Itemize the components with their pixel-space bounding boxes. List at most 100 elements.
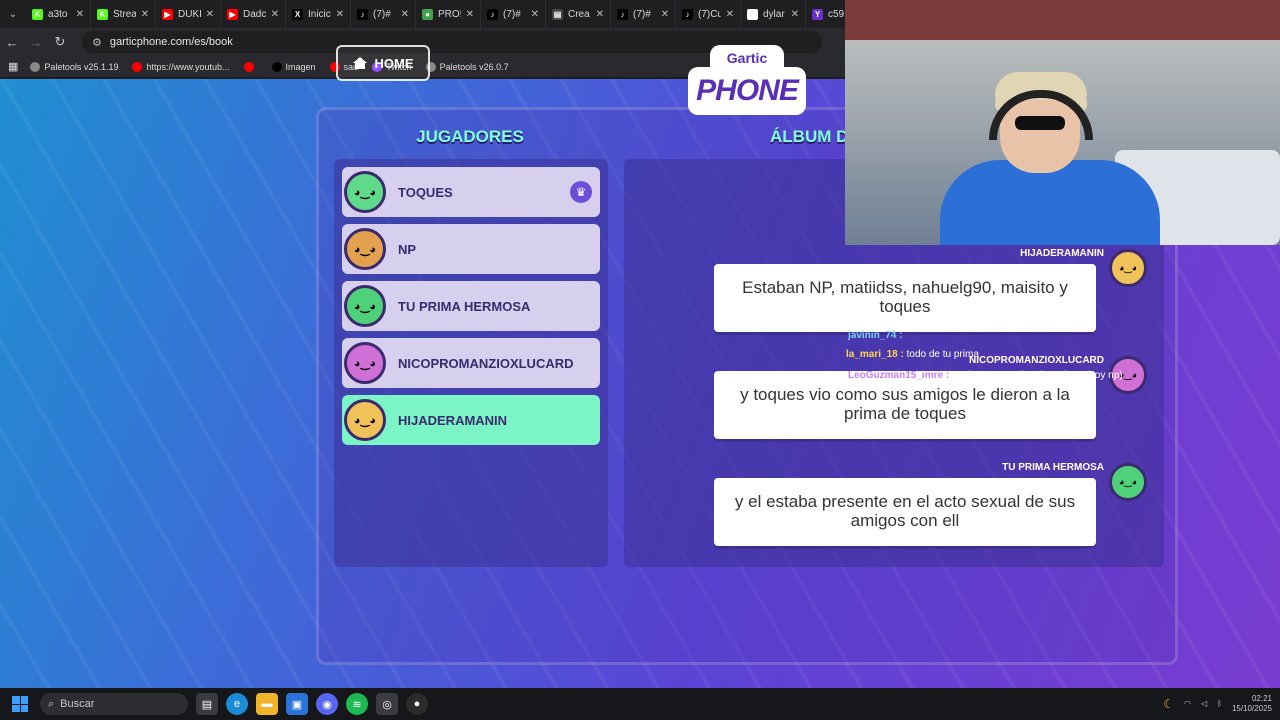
chat-message: javinin_74 : [848, 330, 902, 341]
clock[interactable]: 02:21 15/10/2025 [1232, 694, 1272, 713]
tab-favicon-icon: ♪ [617, 8, 628, 20]
wifi-icon[interactable]: ◠ [1184, 699, 1191, 708]
bookmark-item[interactable]: Paletools v26.0.7 [425, 61, 509, 72]
tab-close-icon[interactable]: ✕ [206, 9, 214, 20]
tab-title: Strea [113, 8, 136, 20]
player-name: HIJADERAMANIN [398, 412, 508, 428]
browser-tab[interactable]: ▤ Crea ✕ [546, 0, 611, 28]
webcam-overlay [845, 0, 1280, 245]
bookmark-label: Imagen [285, 61, 316, 72]
browser-tab[interactable]: ♪ (7)# ✕ [611, 0, 676, 28]
chat-text: todo de tu prima [906, 349, 979, 360]
chrome-icon[interactable]: ◎ [376, 693, 398, 715]
player-name: NP [398, 241, 417, 257]
bookmark-item[interactable]: Imagen [271, 61, 316, 72]
tab-close-icon[interactable]: ✕ [466, 9, 474, 20]
tab-close-icon[interactable]: ✕ [596, 9, 604, 20]
bookmark-item[interactable]: Paletools v25.1.19 [30, 61, 119, 72]
search-placeholder: Buscar [60, 698, 95, 710]
tab-favicon-icon: ♪ [682, 8, 693, 20]
tab-close-icon[interactable]: ✕ [726, 9, 734, 20]
home-button[interactable]: HOME [336, 45, 430, 81]
tab-title: (7)# [503, 8, 521, 20]
browser-tab[interactable]: ♪ (7)Cu ✕ [676, 0, 741, 28]
tab-favicon-icon: ♪ [487, 8, 498, 20]
forward-icon[interactable]: → [24, 35, 48, 50]
player-name: TU PRIMA HERMOSA [398, 298, 531, 314]
players-panel: ◕‿◕ TOQUES ♛ ◕‿◕ NP ◕‿◕ TU PRIMA HERMOSA … [334, 159, 608, 567]
bookmark-label: Paletools v26.0.7 [439, 61, 509, 72]
tab-close-icon[interactable]: ✕ [76, 9, 84, 20]
album-entry-avatar-icon: ◕‿◕ [1109, 463, 1147, 501]
bookmark-label: Paletools v25.1.19 [44, 61, 119, 72]
crown-icon: ♛ [570, 181, 592, 203]
tab-close-icon[interactable]: ✕ [141, 9, 149, 20]
chat-message: LeoGuzman15_imre : tan buena esta la pri… [848, 370, 1123, 381]
player-item[interactable]: ◕‿◕ NP [342, 224, 600, 274]
tab-title: (7)# [373, 8, 391, 20]
tab-favicon-icon: ▤ [552, 8, 563, 20]
tab-close-icon[interactable]: ✕ [401, 9, 409, 20]
taskbar: ⌕ Buscar ▤ e ▬ ▣ ◉ ≋ ◎ ● ☾ ◠ ◁ ᛒ 02:21 1… [0, 688, 1280, 720]
folder-icon[interactable]: ▬ [256, 693, 278, 715]
taskbar-search[interactable]: ⌕ Buscar [40, 693, 188, 715]
album-entry-text: y toques vio como sus amigos le dieron a… [714, 371, 1096, 439]
tab-favicon-icon: ▶ [162, 8, 173, 20]
player-name: TOQUES [398, 184, 453, 200]
start-button[interactable] [0, 696, 40, 712]
browser-tab[interactable]: ♪ (7)# ✕ [351, 0, 416, 28]
tab-close-icon[interactable]: ✕ [661, 9, 669, 20]
browser-tab[interactable]: K Strea ✕ [91, 0, 156, 28]
tab-close-icon[interactable]: ✕ [791, 9, 799, 20]
edge-icon[interactable]: e [226, 693, 248, 715]
tab-close-icon[interactable]: ✕ [531, 9, 539, 20]
clock-date: 15/10/2025 [1231, 703, 1272, 713]
file-icon[interactable]: ▤ [196, 693, 218, 715]
site-info-icon[interactable]: ⚙ [92, 36, 102, 49]
browser-tab[interactable]: X Inicic ✕ [286, 0, 351, 28]
tab-title: DUKI [178, 8, 201, 20]
bookmark-icon [271, 61, 282, 72]
tab-close-icon[interactable]: ✕ [271, 9, 279, 20]
tab-favicon-icon: ♪ [357, 8, 368, 20]
browser-tab[interactable]: ● PRO! ✕ [416, 0, 481, 28]
tab-title: dylar [763, 8, 785, 20]
bluetooth-icon[interactable]: ᛒ [1217, 699, 1222, 708]
tab-favicon-icon: ● [422, 8, 433, 20]
browser-tab[interactable]: ▶ DUKI ✕ [156, 0, 221, 28]
browser-tab[interactable]: ▶ Dadc ✕ [221, 0, 286, 28]
player-avatar-icon: ◕‿◕ [344, 171, 386, 213]
reload-icon[interactable]: ↻ [48, 34, 72, 50]
windows-icon [12, 696, 28, 712]
chat-user: LeoGuzman15_imre : [848, 370, 950, 381]
apps-grid-icon[interactable]: ▦ [8, 60, 18, 73]
moon-icon[interactable]: ☾ [1163, 697, 1174, 711]
tab-title: (7)# [633, 8, 651, 20]
store-icon[interactable]: ▣ [286, 693, 308, 715]
bookmark-item[interactable]: https://www.youtub... [132, 61, 230, 72]
tab-close-icon[interactable]: ✕ [336, 9, 344, 20]
browser-tab[interactable]: G dylar ✕ [741, 0, 806, 28]
player-avatar-icon: ◕‿◕ [344, 399, 386, 441]
player-item[interactable]: ◕‿◕ TU PRIMA HERMOSA [342, 281, 600, 331]
browser-tab[interactable]: ♪ (7)# ✕ [481, 0, 546, 28]
discord-icon[interactable]: ◉ [316, 693, 338, 715]
spotify-icon[interactable]: ≋ [346, 693, 368, 715]
player-avatar-icon: ◕‿◕ [344, 228, 386, 270]
player-item[interactable]: ◕‿◕ HIJADERAMANIN [342, 395, 600, 445]
tab-title: PRO! [438, 8, 461, 20]
bookmark-item[interactable] [243, 61, 258, 72]
tab-favicon-icon: K [32, 8, 43, 20]
player-name: NICOPROMANZIOXLUCARD [398, 355, 574, 371]
player-item[interactable]: ◕‿◕ TOQUES ♛ [342, 167, 600, 217]
player-item[interactable]: ◕‿◕ NICOPROMANZIOXLUCARD [342, 338, 600, 388]
volume-icon[interactable]: ◁ [1201, 699, 1207, 708]
album-entry-text: y el estaba presente en el acto sexual d… [714, 478, 1096, 546]
tab-search-icon[interactable]: ⌄ [0, 0, 26, 28]
browser-tab[interactable]: K a3to ✕ [26, 0, 91, 28]
tab-title: a3to [48, 8, 68, 20]
players-heading: JUGADORES [416, 127, 524, 146]
tab-title: Inicic [308, 8, 331, 20]
obs-icon[interactable]: ● [406, 693, 428, 715]
back-icon[interactable]: ← [0, 35, 24, 50]
